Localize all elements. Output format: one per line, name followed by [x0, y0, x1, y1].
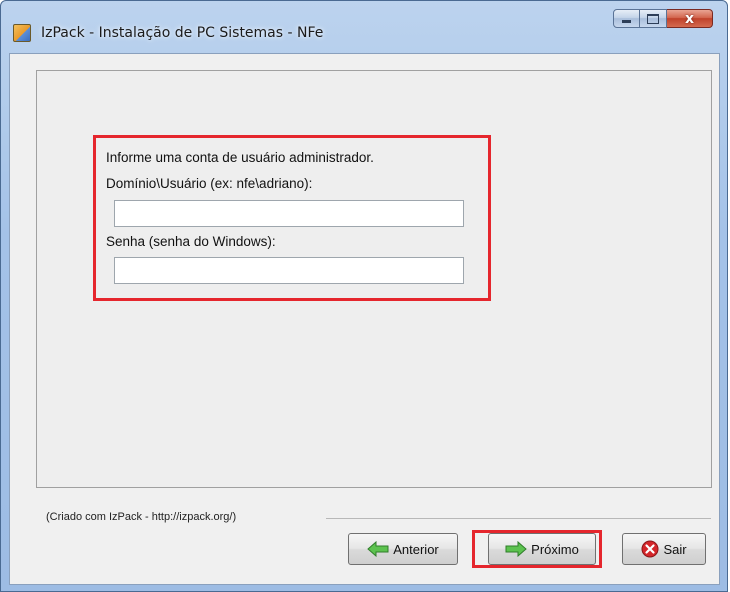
exit-button[interactable]: Sair: [622, 533, 706, 565]
maximize-button[interactable]: [640, 9, 667, 28]
footer-separator: [326, 518, 711, 519]
domain-user-label: Domínio\Usuário (ex: nfe\adriano):: [106, 176, 313, 191]
minimize-button[interactable]: [613, 9, 640, 28]
previous-button[interactable]: Anterior: [348, 533, 458, 565]
password-label: Senha (senha do Windows):: [106, 234, 276, 249]
minimize-icon: [622, 20, 631, 23]
exit-button-label: Sair: [663, 541, 687, 557]
title-bar[interactable]: IzPack - Instalação de PC Sistemas - NFe…: [1, 1, 727, 51]
izpack-credit-text: (Criado com IzPack - http://izpack.org/): [46, 511, 237, 523]
installer-panel: Informe uma conta de usuário administrad…: [36, 70, 712, 488]
green-left-arrow-icon: [367, 541, 389, 557]
account-instruction-text: Informe uma conta de usuário administrad…: [106, 150, 374, 165]
window-title: IzPack - Instalação de PC Sistemas - NFe: [41, 25, 324, 41]
window-controls: x: [613, 9, 713, 28]
password-input[interactable]: [114, 257, 464, 284]
domain-user-input[interactable]: [114, 200, 464, 227]
izpack-installer-icon: [13, 24, 31, 42]
previous-button-label: Anterior: [393, 541, 439, 557]
close-button[interactable]: x: [667, 9, 713, 28]
red-x-circle-icon: [641, 540, 659, 558]
close-icon: x: [684, 10, 695, 27]
next-button-highlight: [472, 530, 602, 568]
maximize-icon: [647, 13, 659, 24]
account-form-highlight: Informe uma conta de usuário administrad…: [93, 135, 491, 301]
